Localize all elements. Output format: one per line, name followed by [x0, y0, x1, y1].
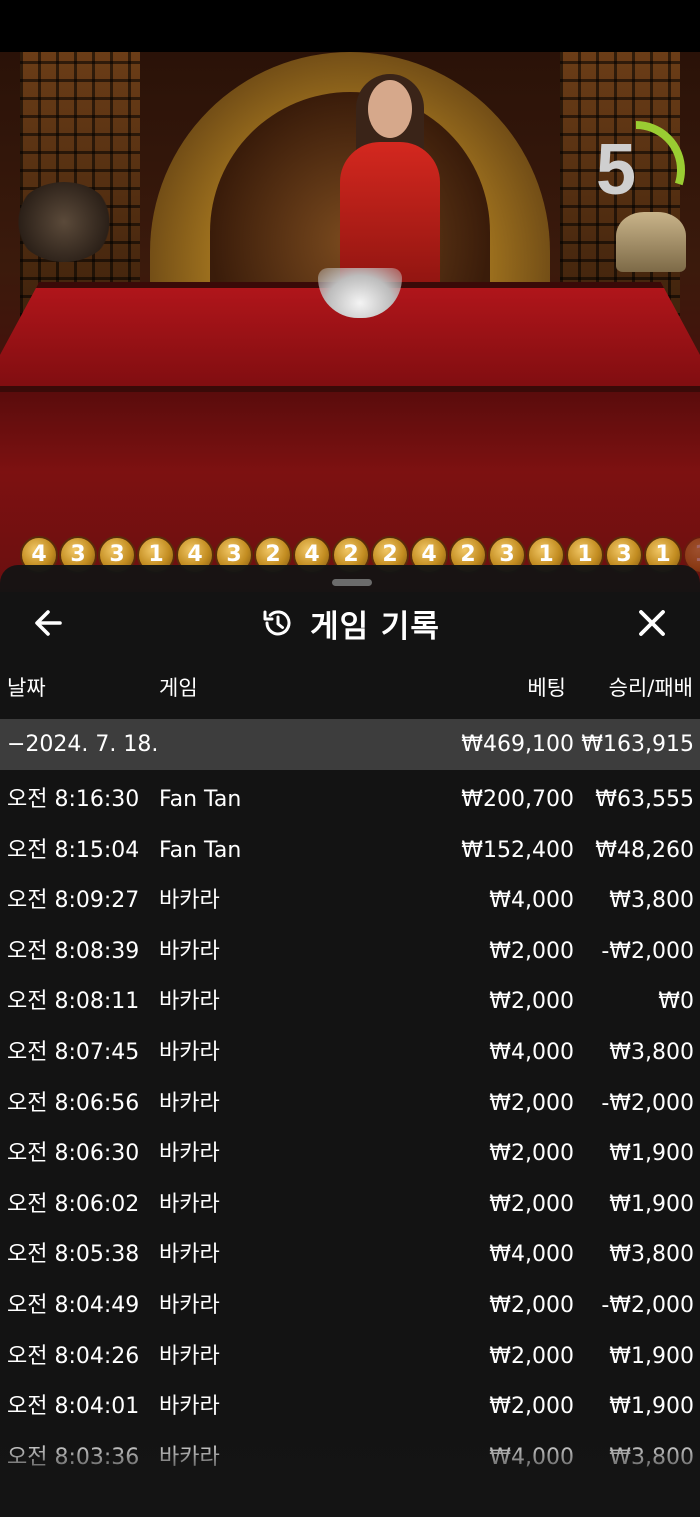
history-row[interactable]: 오전 8:08:11 바카라 ₩2,000 ₩0: [0, 977, 700, 1027]
column-header-result: 승리/패배: [608, 676, 693, 700]
history-row[interactable]: 오전 8:09:27 바카라 ₩4,000 ₩3,800: [0, 876, 700, 926]
row-bet: ₩2,000: [489, 1343, 574, 1369]
row-game: 바카라: [159, 1242, 220, 1268]
row-result: ₩3,800: [609, 888, 694, 914]
row-bet: ₩2,000: [489, 989, 574, 1015]
row-game: 바카라: [159, 1141, 220, 1167]
row-game: Fan Tan: [159, 837, 242, 863]
column-header-bet: 베팅: [527, 676, 566, 700]
row-bet: ₩200,700: [461, 787, 574, 812]
row-result: ₩1,900: [609, 1394, 694, 1420]
row-bet: ₩4,000: [489, 888, 574, 914]
row-time: 오전 8:04:01: [7, 1394, 140, 1420]
row-game: 바카라: [159, 1343, 220, 1369]
row-bet: ₩4,000: [489, 1242, 574, 1268]
row-bet: ₩2,000: [489, 1090, 574, 1116]
row-time: 오전 8:06:56: [7, 1090, 140, 1116]
row-time: 오전 8:08:39: [7, 938, 140, 964]
row-time: 오전 8:04:26: [7, 1343, 140, 1369]
row-result: ₩3,800: [609, 1040, 694, 1065]
history-icon: [263, 610, 291, 636]
page-title: 게임 기록: [310, 608, 440, 645]
row-bet: ₩2,000: [489, 1293, 574, 1318]
bonsai-decoration: [14, 182, 114, 262]
column-header-game: 게임: [159, 676, 198, 700]
close-button[interactable]: [632, 603, 672, 643]
row-result: ₩3,800: [609, 1242, 694, 1268]
row-result: -₩2,000: [601, 1293, 694, 1318]
summary-result-total: ₩163,915: [581, 732, 694, 757]
row-time: 오전 8:08:11: [7, 989, 140, 1015]
history-row[interactable]: 오전 8:07:45 바카라 ₩4,000 ₩3,800: [0, 1028, 700, 1078]
row-game: 바카라: [159, 1040, 220, 1065]
row-game: 바카라: [159, 888, 220, 914]
history-row[interactable]: 오전 8:06:02 바카라 ₩2,000 ₩1,900: [0, 1180, 700, 1230]
row-result: ₩48,260: [595, 837, 694, 863]
row-bet: ₩152,400: [461, 837, 574, 863]
summary-date: −2024. 7. 18.: [7, 732, 159, 757]
timer-value: 5: [595, 130, 637, 210]
row-game: Fan Tan: [159, 787, 242, 812]
history-row[interactable]: 오전 8:06:56 바카라 ₩2,000 -₩2,000: [0, 1079, 700, 1129]
history-row[interactable]: 오전 8:06:30 바카라 ₩2,000 ₩1,900: [0, 1129, 700, 1179]
close-icon: [639, 610, 665, 636]
summary-bet-total: ₩469,100: [461, 732, 574, 757]
round-timer: 5: [584, 118, 688, 222]
sheet-header: 게임 기록: [0, 601, 700, 645]
row-game: 바카라: [159, 1394, 220, 1420]
row-game: 바카라: [159, 989, 220, 1015]
row-game: 바카라: [159, 1293, 220, 1318]
row-game: 바카라: [159, 1191, 220, 1217]
row-game: 바카라: [159, 1090, 220, 1116]
dealer-head: [368, 80, 412, 138]
game-history-sheet: 게임 기록 날짜 게임 베팅 승리/패배 −2024. 7. 18. ₩469,…: [0, 565, 700, 1517]
row-time: 오전 8:04:49: [7, 1293, 140, 1318]
row-bet: ₩2,000: [489, 1394, 574, 1420]
status-bar: [0, 0, 700, 52]
column-header-date: 날짜: [7, 676, 46, 700]
row-time: 오전 8:05:38: [7, 1242, 140, 1268]
history-row[interactable]: 오전 8:04:26 바카라 ₩2,000 ₩1,900: [0, 1332, 700, 1382]
history-row[interactable]: 오전 8:08:39 바카라 ₩2,000 -₩2,000: [0, 927, 700, 977]
list-fade: [0, 1433, 700, 1517]
date-summary-row[interactable]: −2024. 7. 18. ₩469,100 ₩163,915: [0, 719, 700, 770]
row-bet: ₩2,000: [489, 1191, 574, 1217]
row-result: ₩1,900: [609, 1343, 694, 1369]
history-row[interactable]: 오전 8:04:49 바카라 ₩2,000 -₩2,000: [0, 1281, 700, 1331]
row-bet: ₩2,000: [489, 938, 574, 964]
history-row[interactable]: 오전 8:16:30 Fan Tan ₩200,700 ₩63,555: [0, 775, 700, 825]
row-bet: ₩2,000: [489, 1141, 574, 1167]
row-time: 오전 8:06:02: [7, 1191, 140, 1217]
live-video: 5 433143242242311311: [0, 52, 700, 592]
history-row[interactable]: 오전 8:15:04 Fan Tan ₩152,400 ₩48,260: [0, 826, 700, 876]
row-result: ₩1,900: [609, 1191, 694, 1217]
row-time: 오전 8:15:04: [7, 837, 140, 863]
row-bet: ₩4,000: [489, 1040, 574, 1065]
row-game: 바카라: [159, 938, 220, 964]
row-time: 오전 8:07:45: [7, 1040, 140, 1065]
row-time: 오전 8:09:27: [7, 888, 140, 914]
history-row[interactable]: 오전 8:04:01 바카라 ₩2,000 ₩1,900: [0, 1382, 700, 1432]
drag-handle[interactable]: [332, 579, 372, 586]
row-result: ₩1,900: [609, 1141, 694, 1167]
row-result: -₩2,000: [601, 1090, 694, 1116]
row-result: ₩63,555: [595, 787, 694, 812]
row-result: ₩0: [658, 989, 694, 1015]
history-row[interactable]: 오전 8:05:38 바카라 ₩4,000 ₩3,800: [0, 1230, 700, 1280]
row-time: 오전 8:16:30: [7, 787, 140, 812]
row-time: 오전 8:06:30: [7, 1141, 140, 1167]
row-result: -₩2,000: [601, 938, 694, 964]
